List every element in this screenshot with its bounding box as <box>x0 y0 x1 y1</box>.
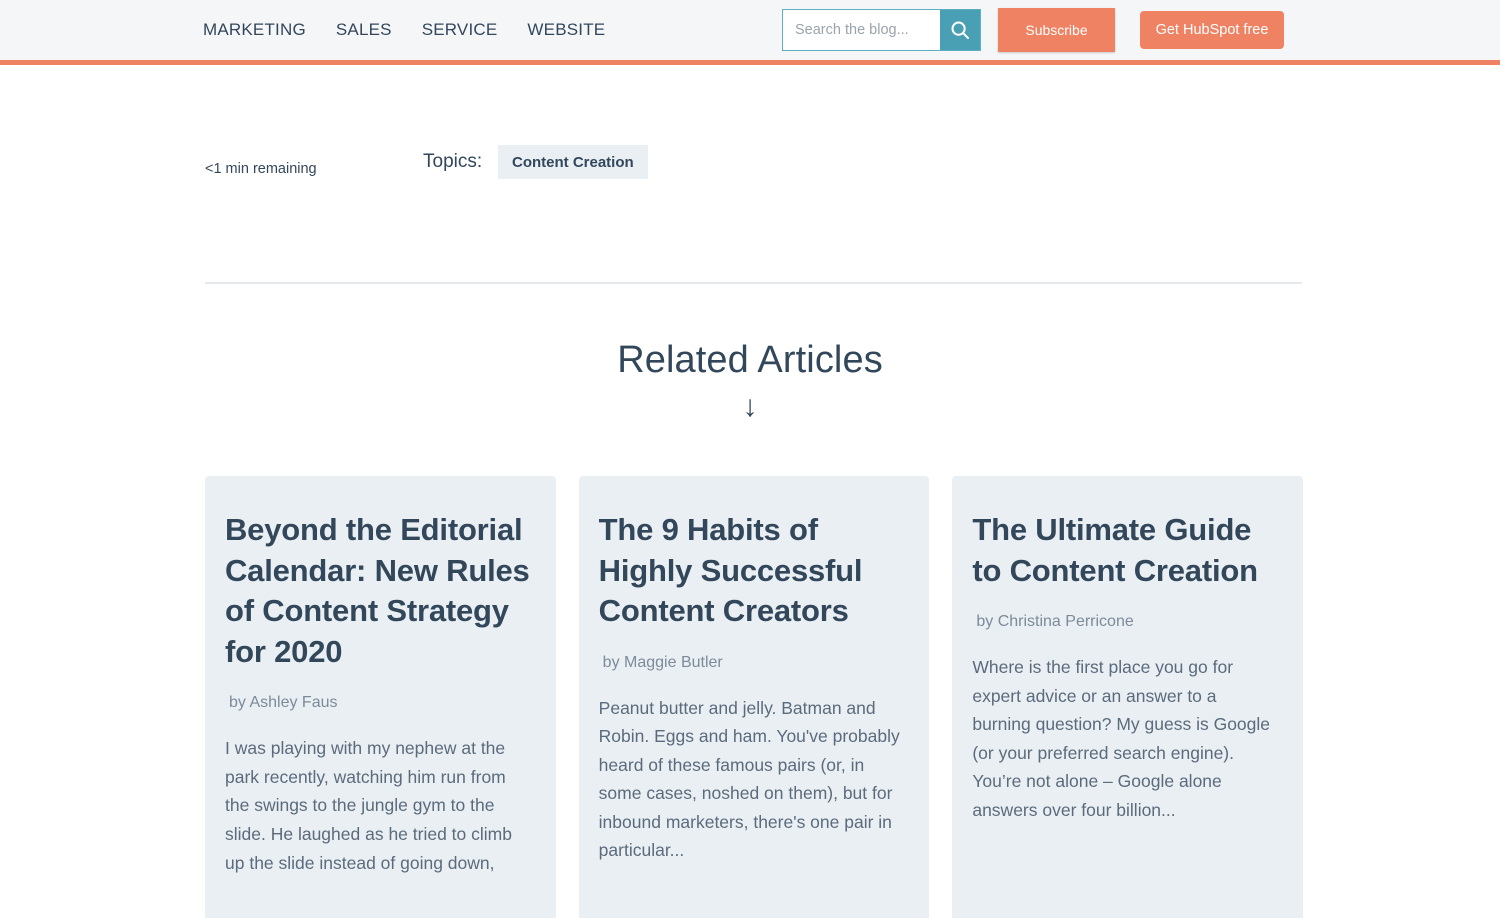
article-excerpt: Where is the first place you go for expe… <box>972 657 1271 820</box>
nav-item-marketing[interactable]: MARKETING <box>203 20 306 40</box>
nav-item-sales[interactable]: SALES <box>336 20 392 40</box>
post-meta-section: <1 min remaining Topics: Content Creatio… <box>0 65 1500 179</box>
nav-link-sales[interactable]: SALES <box>336 20 392 39</box>
article-title[interactable]: The Ultimate Guide to Content Creation <box>972 510 1279 591</box>
topic-tag-content-creation[interactable]: Content Creation <box>498 145 648 179</box>
nav-link-marketing[interactable]: MARKETING <box>203 20 306 39</box>
related-article-card[interactable]: The Ultimate Guide to Content Creation b… <box>952 476 1304 918</box>
get-hubspot-free-button[interactable]: Get HubSpot free <box>1140 11 1284 49</box>
article-excerpt: Peanut butter and jelly. Batman and Robi… <box>598 697 900 861</box>
nav-link-service[interactable]: SERVICE <box>422 20 498 39</box>
primary-nav: MARKETING SALES SERVICE WEBSITE <box>203 20 605 40</box>
arrow-down-icon: ↓ <box>742 390 758 423</box>
nav-item-service[interactable]: SERVICE <box>422 20 498 40</box>
related-articles-grid: Beyond the Editorial Calendar: New Rules… <box>205 476 1304 918</box>
article-author: by Ashley Faus <box>229 694 338 712</box>
read-time-label: <1 min remaining <box>205 161 317 177</box>
article-excerpt: I was playing with my nephew at the park… <box>225 738 512 873</box>
nav-item-website[interactable]: WEBSITE <box>527 20 605 40</box>
blog-search[interactable] <box>782 9 981 51</box>
related-article-card[interactable]: The 9 Habits of Highly Successful Conten… <box>578 476 930 918</box>
nav-link-website[interactable]: WEBSITE <box>527 20 605 39</box>
site-header: MARKETING SALES SERVICE WEBSITE Subscr <box>0 0 1500 65</box>
search-input[interactable] <box>783 10 940 50</box>
related-articles-heading: Related Articles <box>617 339 883 381</box>
section-divider <box>205 282 1302 284</box>
article-title[interactable]: The 9 Habits of Highly Successful Conten… <box>599 510 906 632</box>
topics-label: Topics: <box>423 151 483 172</box>
search-submit-button[interactable] <box>940 10 980 50</box>
subscribe-button[interactable]: Subscribe <box>998 8 1115 52</box>
article-title[interactable]: Beyond the Editorial Calendar: New Rules… <box>225 510 532 672</box>
search-icon <box>950 20 970 40</box>
article-author: by Maggie Butler <box>602 653 723 671</box>
related-article-card[interactable]: Beyond the Editorial Calendar: New Rules… <box>205 476 556 918</box>
header-actions: Subscribe Get HubSpot free <box>782 0 1284 60</box>
article-author: by Christina Perricone <box>976 613 1134 631</box>
